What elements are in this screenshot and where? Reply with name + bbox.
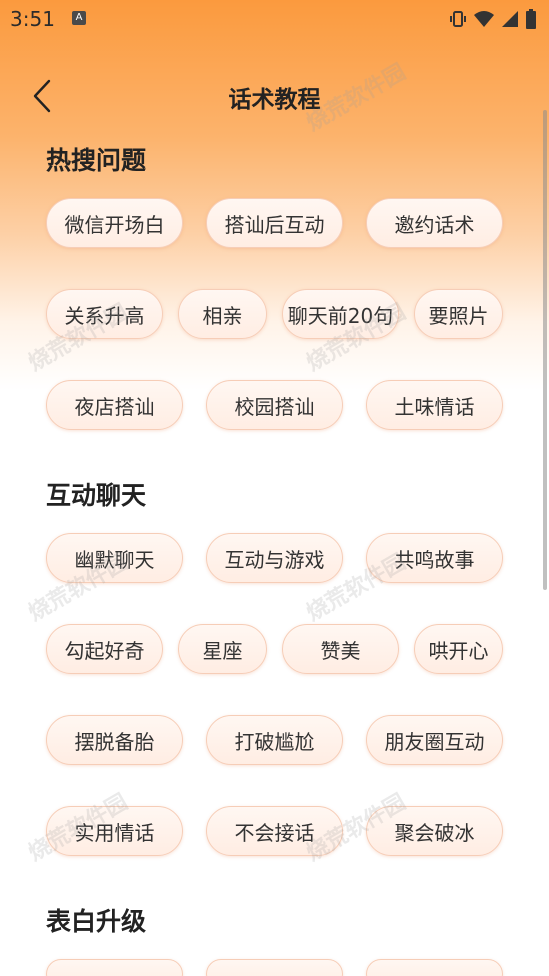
chip-row: 微信开场白 搭讪后互动 邀约话术: [46, 198, 504, 289]
chip-row: 幽默聊天 互动与游戏 共鸣故事: [46, 533, 504, 624]
status-icons: [449, 9, 537, 29]
topic-chip[interactable]: 要照片: [414, 289, 503, 339]
chip-row: 实用情话 不会接话 聚会破冰: [46, 806, 504, 897]
section-title: 热搜问题: [46, 146, 147, 175]
topic-chip[interactable]: 夜店搭讪: [46, 380, 183, 430]
title-bar: 话术教程: [0, 70, 549, 120]
chip-row: 关系升高 相亲 聊天前20句 要照片: [46, 289, 504, 380]
section-confession-upgrade: 表白升级: [0, 897, 549, 976]
topic-chip[interactable]: 关系升高: [46, 289, 163, 339]
topic-chip[interactable]: 聊天前20句: [282, 289, 399, 339]
status-time: 3:51: [10, 7, 55, 31]
topic-chip[interactable]: 哄开心: [414, 624, 503, 674]
notification-badge-icon: A: [72, 11, 86, 25]
topic-chip[interactable]: 微信开场白: [46, 198, 183, 248]
chip-row: 摆脱备胎 打破尴尬 朋友圈互动: [46, 715, 504, 806]
topic-chip[interactable]: 共鸣故事: [366, 533, 503, 583]
topic-chip[interactable]: 星座: [178, 624, 267, 674]
topic-chip[interactable]: 赞美: [282, 624, 399, 674]
wifi-icon: [473, 10, 495, 28]
topic-chip[interactable]: 土味情话: [366, 380, 503, 430]
main-content: 热搜问题 微信开场白 搭讪后互动 邀约话术 关系升高 相亲 聊天前20句 要照片…: [0, 136, 549, 976]
section-hot-search: 热搜问题 微信开场白 搭讪后互动 邀约话术 关系升高 相亲 聊天前20句 要照片…: [0, 136, 549, 471]
topic-chip[interactable]: [206, 959, 343, 976]
page-title: 话术教程: [228, 87, 321, 113]
topic-chip[interactable]: 聚会破冰: [366, 806, 503, 856]
topic-chip[interactable]: 摆脱备胎: [46, 715, 183, 765]
section-title: 表白升级: [46, 907, 147, 936]
topic-chip[interactable]: 实用情话: [46, 806, 183, 856]
chip-row: [46, 959, 504, 976]
topic-chip[interactable]: 朋友圈互动: [366, 715, 503, 765]
signal-icon: [501, 10, 519, 28]
topic-chip[interactable]: 幽默聊天: [46, 533, 183, 583]
topic-chip[interactable]: [366, 959, 503, 976]
topic-chip[interactable]: 互动与游戏: [206, 533, 343, 583]
chip-row: 勾起好奇 星座 赞美 哄开心: [46, 624, 504, 715]
topic-chip[interactable]: [46, 959, 183, 976]
battery-icon: [525, 9, 537, 29]
status-bar: 3:51 A: [0, 0, 549, 38]
topic-chip[interactable]: 邀约话术: [366, 198, 503, 248]
vibrate-icon: [449, 10, 467, 28]
topic-chip[interactable]: 勾起好奇: [46, 624, 163, 674]
section-interactive-chat: 互动聊天 幽默聊天 互动与游戏 共鸣故事 勾起好奇 星座 赞美 哄开心 摆脱备胎…: [0, 471, 549, 897]
topic-chip[interactable]: 搭讪后互动: [206, 198, 343, 248]
topic-chip[interactable]: 相亲: [178, 289, 267, 339]
topic-chip[interactable]: 校园搭讪: [206, 380, 343, 430]
topic-chip[interactable]: 不会接话: [206, 806, 343, 856]
chip-row: 夜店搭讪 校园搭讪 土味情话: [46, 380, 504, 471]
topic-chip[interactable]: 打破尴尬: [206, 715, 343, 765]
section-title: 互动聊天: [46, 481, 147, 510]
